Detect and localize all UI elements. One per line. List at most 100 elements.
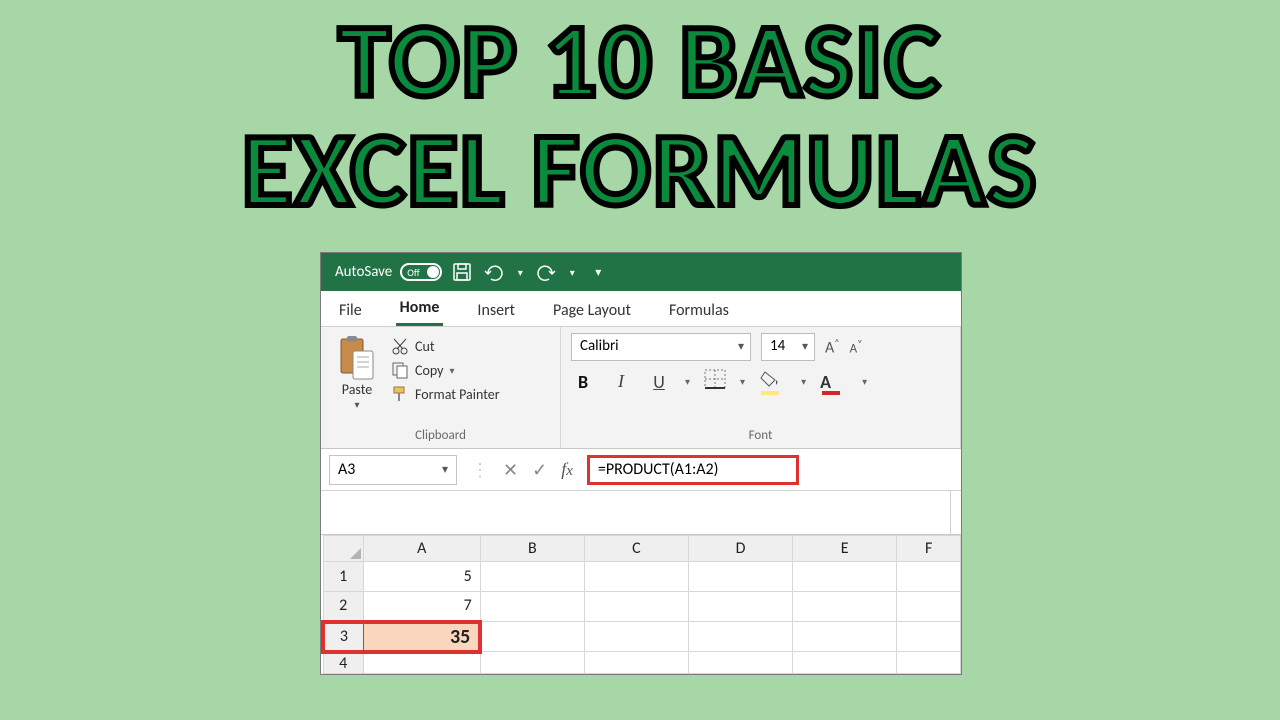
row-header-2[interactable]: 2 [323,592,363,622]
fill-color-swatch [761,391,779,395]
ribbon-tabs: File Home Insert Page Layout Formulas [321,291,961,327]
font-size-selector[interactable]: 14 [761,333,815,361]
paste-dropdown-icon[interactable]: ▾ [331,398,383,411]
group-label-font: Font [571,428,950,446]
bold-button[interactable]: B [571,371,595,393]
cell-D3[interactable] [689,622,793,652]
cell-E4[interactable] [793,652,897,674]
col-header-F[interactable]: F [897,536,961,562]
formula-bar: A3 ▾ ⋮ ✕ ✓ fx =PRODUCT(A1:A2) [321,449,961,491]
select-all-corner[interactable] [323,536,363,562]
cell-F3[interactable] [897,622,961,652]
cell-F2[interactable] [897,592,961,622]
col-header-A[interactable]: A [363,536,480,562]
cell-F1[interactable] [897,562,961,592]
cell-E2[interactable] [793,592,897,622]
autosave-toggle[interactable]: Off [400,263,442,281]
cell-D4[interactable] [689,652,793,674]
title-bar: AutoSave Off ▾ ▾ ▾ [321,253,961,291]
tab-page-layout[interactable]: Page Layout [549,293,635,326]
font-name-selector[interactable]: Calibri [571,333,751,361]
cut-button[interactable]: Cut [391,337,500,355]
copy-label: Copy [415,362,443,379]
autosave-toggle-state: Off [407,266,419,279]
col-header-E[interactable]: E [793,536,897,562]
cell-A1[interactable]: 5 [363,562,480,592]
cell-B1[interactable] [480,562,584,592]
group-clipboard: Paste ▾ Cut Copy ▾ [321,327,561,448]
cell-C3[interactable] [584,622,688,652]
tab-insert[interactable]: Insert [473,293,519,326]
cell-C4[interactable] [584,652,688,674]
headline-line-1: TOP 10 BASIC [0,6,1280,115]
formula-input[interactable]: =PRODUCT(A1:A2) [587,455,799,485]
cell-D2[interactable] [689,592,793,622]
cell-B3[interactable] [480,622,584,652]
tab-home[interactable]: Home [396,290,444,326]
fill-color-button[interactable] [759,370,787,393]
formula-bar-expansion [321,491,961,535]
cell-D1[interactable] [689,562,793,592]
headline-line-2: EXCEL FORMULAS [0,115,1280,224]
autosave-label: AutoSave [335,263,392,281]
cell-A3[interactable]: 35 [363,622,480,652]
cancel-formula-icon[interactable]: ✕ [503,459,518,481]
copy-dropdown-icon[interactable]: ▾ [449,364,454,377]
cell-E3[interactable] [793,622,897,652]
col-header-D[interactable]: D [689,536,793,562]
redo-dropdown-icon[interactable]: ▾ [566,260,578,284]
cell-E1[interactable] [793,562,897,592]
underline-button[interactable]: U [647,371,671,393]
formula-input-value: =PRODUCT(A1:A2) [598,460,719,479]
col-header-B[interactable]: B [480,536,584,562]
copy-button[interactable]: Copy ▾ [391,361,500,379]
borders-button[interactable] [704,369,726,394]
cell-B2[interactable] [480,592,584,622]
cell-B4[interactable] [480,652,584,674]
increase-font-size-button[interactable]: A˄ [825,336,840,357]
underline-dropdown-icon[interactable]: ▾ [685,375,690,388]
format-painter-button[interactable]: Format Painter [391,385,500,403]
italic-button[interactable]: I [609,371,633,392]
font-color-button[interactable]: A [820,371,848,393]
cut-label: Cut [415,338,435,355]
ribbon: Paste ▾ Cut Copy ▾ [321,327,961,449]
spreadsheet-grid[interactable]: A B C D E F 1 5 2 7 [321,535,961,674]
format-painter-label: Format Painter [415,386,500,403]
cell-C2[interactable] [584,592,688,622]
cell-A4[interactable] [363,652,480,674]
cell-C1[interactable] [584,562,688,592]
font-size-value: 14 [770,337,785,355]
paste-button[interactable]: Paste ▾ [331,333,383,411]
row-header-4[interactable]: 4 [323,652,363,674]
copy-icon [391,361,409,379]
paste-icon [337,335,377,381]
tab-file[interactable]: File [335,293,366,326]
save-icon[interactable] [450,260,474,284]
row-header-1[interactable]: 1 [323,562,363,592]
row-header-3[interactable]: 3 [323,622,363,652]
undo-dropdown-icon[interactable]: ▾ [514,260,526,284]
insert-function-icon[interactable]: fx [561,459,573,480]
decrease-font-size-button[interactable]: A˅ [850,337,863,356]
fill-color-dropdown-icon[interactable]: ▾ [801,375,806,388]
redo-icon[interactable] [534,260,558,284]
font-color-dropdown-icon[interactable]: ▾ [862,375,867,388]
cell-A2[interactable]: 7 [363,592,480,622]
cut-icon [391,337,409,355]
group-font: Calibri 14 A˄ A˅ B I U ▾ ▾ [561,327,961,448]
name-box[interactable]: A3 ▾ [329,455,457,485]
undo-icon[interactable] [482,260,506,284]
thumbnail-headline: TOP 10 BASIC EXCEL FORMULAS [0,0,1280,224]
font-name-value: Calibri [580,337,619,355]
name-box-value: A3 [338,460,355,479]
cell-F4[interactable] [897,652,961,674]
excel-window: AutoSave Off ▾ ▾ ▾ File Home Insert Page… [320,252,962,675]
col-header-C[interactable]: C [584,536,688,562]
borders-dropdown-icon[interactable]: ▾ [740,375,745,388]
qat-customize-icon[interactable]: ▾ [586,260,610,284]
name-box-dropdown-icon[interactable]: ▾ [442,462,448,477]
group-label-clipboard: Clipboard [331,428,550,446]
enter-formula-icon[interactable]: ✓ [532,459,547,481]
tab-formulas[interactable]: Formulas [665,293,733,326]
